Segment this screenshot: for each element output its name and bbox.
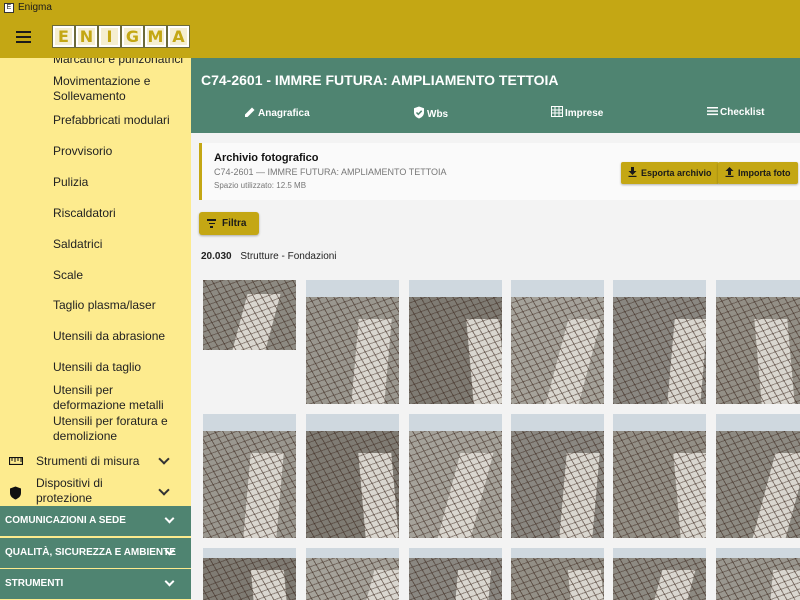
photo-thumbnail[interactable] <box>409 548 502 600</box>
window-titlebar: E Enigma <box>0 0 800 16</box>
tab-anagrafica[interactable]: Anagrafica <box>244 106 310 121</box>
menu-icon[interactable] <box>16 31 31 43</box>
photo-thumbnail[interactable] <box>613 280 706 404</box>
chevron-down-icon <box>158 453 170 465</box>
list-icon <box>707 106 718 119</box>
export-archive-label: Esporta archivio <box>641 168 712 178</box>
enigma-logo: E N I G M A <box>52 25 190 48</box>
section-label: STRUMENTI <box>5 578 64 589</box>
photo-thumbnail[interactable] <box>613 548 706 600</box>
section-label: QUALITÀ, SICUREZZA E AMBIENTE <box>5 547 176 558</box>
table-icon <box>551 106 563 120</box>
chevron-down-icon <box>158 484 170 496</box>
project-tabs: Anagrafica Wbs Imprese Checklist <box>191 106 800 128</box>
download-icon <box>628 166 637 180</box>
photo-thumbnail[interactable] <box>716 548 800 600</box>
sidebar-item-utensili-taglio[interactable]: Utensili da taglio <box>53 360 188 375</box>
photo-thumbnail[interactable] <box>203 414 296 538</box>
logo-letter: N <box>75 25 98 48</box>
chevron-down-icon <box>164 576 175 587</box>
project-header: C74-2601 - IMMRE FUTURA: AMPLIAMENTO TET… <box>191 58 800 133</box>
photo-thumbnail[interactable] <box>306 280 399 404</box>
tab-label: Imprese <box>565 107 604 119</box>
photo-thumbnail[interactable] <box>511 548 604 600</box>
archive-space-used: Spazio utilizzato: 12.5 MB <box>214 181 307 190</box>
logo-letter: A <box>167 25 190 48</box>
logo-letter: M <box>144 25 167 48</box>
sidebar-item-utensili-foratura[interactable]: Utensili per foratura e demolizione <box>53 414 188 444</box>
tab-label: Wbs <box>427 108 449 120</box>
tab-checklist[interactable]: Checklist <box>707 106 764 119</box>
sidebar-section-comunicazioni[interactable]: COMUNICAZIONI A SEDE <box>0 506 191 536</box>
sidebar-item-scale[interactable]: Scale <box>53 268 188 283</box>
tab-label: Anagrafica <box>258 108 310 119</box>
photo-thumbnail[interactable] <box>716 280 800 404</box>
filter-icon <box>207 219 216 228</box>
sidebar-item-taglio-plasma[interactable]: Taglio plasma/laser <box>53 298 188 313</box>
sidebar-item-utensili-abrasione[interactable]: Utensili da abrasione <box>53 329 188 344</box>
sidebar-item-marcatrici[interactable]: Marcatrici e punzonatrici <box>53 58 188 67</box>
tab-label: Checklist <box>720 107 765 118</box>
category-code: 20.030 <box>201 251 232 262</box>
photo-thumbnail[interactable] <box>306 548 399 600</box>
sidebar-group-dispositivi-protezione[interactable]: Dispositivi di protezione <box>0 476 191 508</box>
photo-thumbnail[interactable] <box>716 414 800 538</box>
shield-icon <box>9 486 22 503</box>
tab-wbs[interactable]: Wbs <box>413 106 448 122</box>
photo-thumbnail[interactable] <box>511 280 604 404</box>
export-archive-button[interactable]: Esporta archivio <box>621 162 719 184</box>
section-label: COMUNICAZIONI A SEDE <box>5 515 126 526</box>
sidebar: Marcatrici e punzonatrici Movimentazione… <box>0 58 191 600</box>
sidebar-item-saldatrici[interactable]: Saldatrici <box>53 237 188 252</box>
sidebar-group-strumenti-misura[interactable]: Strumenti di misura <box>0 452 191 470</box>
sidebar-item-utensili-deformazione[interactable]: Utensili per deformazione metalli <box>53 383 188 413</box>
archive-subtitle: C74-2601 — IMMRE FUTURA: AMPLIAMENTO TET… <box>214 167 447 177</box>
filter-button[interactable]: Filtra <box>199 212 259 235</box>
ruler-icon <box>8 454 24 468</box>
photo-thumbnail[interactable] <box>203 548 296 600</box>
tab-imprese[interactable]: Imprese <box>551 106 603 120</box>
pencil-icon <box>244 106 256 121</box>
import-photo-button[interactable]: Importa foto <box>718 162 798 184</box>
category-header: 20.030 Strutture - Fondazioni <box>201 251 337 262</box>
sidebar-group-label: Strumenti di misura <box>36 453 140 468</box>
photo-thumbnail[interactable] <box>409 414 502 538</box>
main-content: C74-2601 - IMMRE FUTURA: AMPLIAMENTO TET… <box>191 58 800 600</box>
photo-thumbnail[interactable] <box>409 280 502 404</box>
page-title: C74-2601 - IMMRE FUTURA: AMPLIAMENTO TET… <box>201 72 559 88</box>
logo-letter: E <box>52 25 75 48</box>
sidebar-item-pulizia[interactable]: Pulizia <box>53 175 188 190</box>
filter-label: Filtra <box>222 218 247 229</box>
logo-letter: I <box>98 25 121 48</box>
logo-letter: G <box>121 25 144 48</box>
photo-thumbnail[interactable] <box>203 280 296 350</box>
app-header: E N I G M A <box>0 16 800 58</box>
sidebar-item-prefabbricati[interactable]: Prefabbricati modulari <box>53 113 188 128</box>
import-photo-label: Importa foto <box>738 168 791 178</box>
shield-check-icon <box>413 106 425 122</box>
window-title: Enigma <box>18 2 52 13</box>
archive-card: Archivio fotografico C74-2601 — IMMRE FU… <box>199 143 800 200</box>
sidebar-item-riscaldatori[interactable]: Riscaldatori <box>53 206 188 221</box>
chevron-down-icon <box>164 513 175 524</box>
archive-title: Archivio fotografico <box>214 152 319 164</box>
sidebar-item-provvisorio[interactable]: Provvisorio <box>53 144 188 159</box>
sidebar-group-label: Dispositivi di protezione <box>36 476 103 505</box>
category-name: Strutture - Fondazioni <box>240 251 337 262</box>
photo-thumbnail[interactable] <box>613 414 706 538</box>
photo-thumbnail[interactable] <box>511 414 604 538</box>
photo-thumbnail[interactable] <box>306 414 399 538</box>
sidebar-section-qualita[interactable]: QUALITÀ, SICUREZZA E AMBIENTE <box>0 538 191 568</box>
app-icon: E <box>4 3 14 13</box>
sidebar-section-strumenti[interactable]: STRUMENTI <box>0 569 191 599</box>
upload-icon <box>725 166 734 180</box>
sidebar-item-movimentazione[interactable]: Movimentazione e Sollevamento <box>53 74 188 104</box>
